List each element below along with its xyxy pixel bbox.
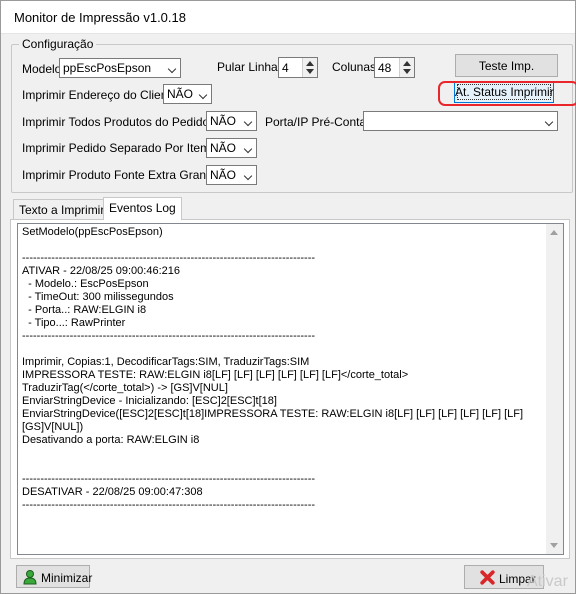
endereco-label: Imprimir Endereço do Cliente [22,88,178,102]
porta-label: Porta/IP Pré-Conta [265,115,367,129]
spinner-buttons[interactable] [302,58,317,77]
main-window: Monitor de Impressão v1.0.18 Configuraçã… [0,0,576,594]
separado-select[interactable]: NÃO [206,138,257,158]
chevron-down-icon [198,90,208,100]
modelo-value: ppEscPosEpson [63,61,152,75]
fonte-label: Imprimir Produto Fonte Extra Grande [22,168,220,182]
chevron-down-icon [243,117,253,127]
minimizar-button[interactable]: Minimizar [16,565,93,588]
log-line: ----------------------------------------… [22,499,316,511]
separado-value: NÃO [210,141,237,155]
highlight-annotation [438,81,576,106]
log-line: TraduzirTag(</corte_total>) -> [GS]V[NUL… [22,382,228,394]
log-line: - Modelo.: EscPosEpson [22,278,149,290]
config-legend: Configuração [19,37,97,51]
window-title: Monitor de Impressão v1.0.18 [14,10,186,25]
modelo-select[interactable]: ppEscPosEpson [59,58,181,78]
teste-imp-button[interactable]: Teste Imp. [455,54,558,77]
colunas-label: Colunas [332,60,377,74]
separado-label: Imprimir Pedido Separado Por Item [22,141,211,155]
log-line: SetModelo(ppEscPosEpson) [22,226,163,238]
porta-select[interactable] [363,111,558,131]
log-line: - TimeOut: 300 milissegundos [22,291,174,303]
colunas-spinner[interactable]: 48 [374,57,415,78]
vertical-scrollbar[interactable] [546,224,563,554]
chevron-down-icon [243,171,253,181]
log-line: ATIVAR - 22/08/25 09:00:46:216 [22,265,180,277]
title-bar[interactable]: Monitor de Impressão v1.0.18 [1,1,575,34]
arrow-down-icon[interactable] [403,69,411,74]
tab-eventos-log[interactable]: Eventos Log [103,197,182,220]
scroll-up-icon[interactable] [550,230,558,235]
endereco-value: NÃO [167,87,194,101]
pular-linhas-label: Pular Linhas [217,60,284,74]
log-line: Desativando a porta: RAW:ELGIN i8 [22,434,200,446]
endereco-select[interactable]: NÃO [163,84,212,104]
log-line: EnviarStringDevice - Inicializando: [ESC… [22,395,277,407]
modelo-label: Modelo [22,62,62,76]
fonte-select[interactable]: NÃO [206,165,257,185]
chevron-down-icon [167,64,177,74]
scroll-down-icon[interactable] [550,543,558,548]
close-icon [480,570,495,585]
minimizar-label: Minimizar [41,571,93,585]
fonte-value: NÃO [210,168,237,182]
log-line: ----------------------------------------… [22,330,316,342]
activation-watermark: Ativar [527,573,568,590]
log-memo[interactable]: SetModelo(ppEscPosEpson) ----------------… [17,223,564,555]
chevron-down-icon [544,117,554,127]
log-line: EnviarStringDevice([ESC]2[ESC]t[18]IMPRE… [22,408,524,433]
pular-linhas-spinner[interactable]: 4 [278,57,318,78]
log-line: - Porta..: RAW:ELGIN i8 [22,304,147,316]
arrow-up-icon[interactable] [403,61,411,66]
spinner-buttons[interactable] [399,58,414,77]
user-icon [23,570,37,585]
log-line: Imprimir, Copias:1, DecodificarTags:SIM,… [22,356,310,368]
colunas-value: 48 [378,61,392,75]
arrow-down-icon[interactable] [306,69,314,74]
log-line: ----------------------------------------… [22,473,316,485]
log-text: SetModelo(ppEscPosEpson) ----------------… [22,226,542,512]
log-line: ----------------------------------------… [22,252,316,264]
todos-produtos-select[interactable]: NÃO [206,111,257,131]
arrow-up-icon[interactable] [306,61,314,66]
log-line: DESATIVAR - 22/08/25 09:00:47:308 [22,486,203,498]
tab-texto-a-imprimir[interactable]: Texto a Imprimir [13,199,111,219]
todos-produtos-value: NÃO [210,114,237,128]
chevron-down-icon [243,144,253,154]
log-line: - Tipo...: RawPrinter [22,317,126,329]
pular-linhas-value: 4 [282,61,289,75]
todos-produtos-label: Imprimir Todos Produtos do Pedido [22,115,210,129]
log-line: IMPRESSORA TESTE: RAW:ELGIN i8[LF] [LF] … [22,369,409,381]
